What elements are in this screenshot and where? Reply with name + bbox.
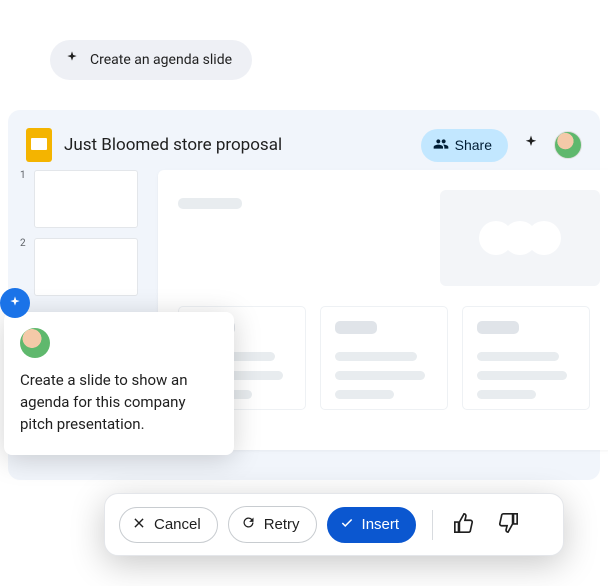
insert-button[interactable]: Insert bbox=[327, 507, 417, 543]
thumbs-down-button[interactable] bbox=[493, 508, 523, 541]
action-bar: Cancel Retry Insert bbox=[104, 493, 564, 556]
document-title[interactable]: Just Bloomed store proposal bbox=[64, 135, 421, 155]
content-card bbox=[320, 306, 448, 410]
sparkle-icon bbox=[64, 50, 80, 70]
slides-logo-icon bbox=[26, 128, 52, 162]
thumbs-up-button[interactable] bbox=[449, 508, 479, 541]
suggestion-label: Create an agenda slide bbox=[90, 52, 232, 68]
cancel-button[interactable]: Cancel bbox=[119, 507, 218, 543]
divider bbox=[432, 510, 433, 540]
slide-thumbnail[interactable] bbox=[34, 170, 138, 228]
thumbnail-panel: 1 2 bbox=[20, 170, 140, 306]
thumbs-up-icon bbox=[453, 512, 475, 534]
retry-label: Retry bbox=[264, 516, 300, 533]
thumbnail-row[interactable]: 1 bbox=[20, 170, 140, 228]
people-icon bbox=[433, 136, 449, 155]
slide-thumbnail[interactable] bbox=[34, 238, 138, 296]
thumbnail-row[interactable]: 2 bbox=[20, 238, 140, 296]
share-label: Share bbox=[455, 137, 492, 153]
suggestion-chip[interactable]: Create an agenda slide bbox=[50, 40, 252, 80]
content-card bbox=[462, 306, 590, 410]
cancel-label: Cancel bbox=[154, 516, 201, 533]
ai-sparkle-badge[interactable] bbox=[0, 288, 30, 318]
sparkle-icon[interactable] bbox=[522, 134, 540, 156]
app-header: Just Bloomed store proposal Share bbox=[8, 128, 600, 176]
prompt-popover: Create a slide to show an agenda for thi… bbox=[4, 312, 234, 455]
avatar[interactable] bbox=[554, 131, 582, 159]
thumbnail-number: 1 bbox=[20, 170, 28, 181]
share-button[interactable]: Share bbox=[421, 129, 508, 162]
thumbnail-number: 2 bbox=[20, 238, 28, 249]
close-icon bbox=[132, 516, 146, 534]
refresh-icon bbox=[241, 515, 256, 534]
check-icon bbox=[340, 516, 354, 534]
retry-button[interactable]: Retry bbox=[228, 506, 317, 543]
placeholder-line bbox=[178, 198, 242, 209]
image-placeholder bbox=[440, 190, 600, 286]
thumbs-down-icon bbox=[497, 512, 519, 534]
shape-icon bbox=[479, 221, 561, 255]
insert-label: Insert bbox=[362, 516, 400, 533]
avatar bbox=[20, 328, 50, 358]
prompt-text: Create a slide to show an agenda for thi… bbox=[20, 370, 218, 435]
